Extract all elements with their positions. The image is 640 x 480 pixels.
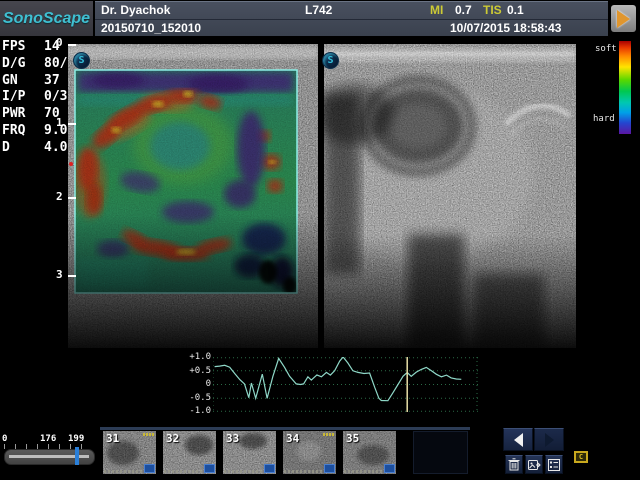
strain-graph-ylabels: +1.0 +0.5 0 -0.5 -1.0 <box>181 350 211 414</box>
thumb-type-icon <box>264 464 275 473</box>
delete-button[interactable] <box>505 455 523 474</box>
strain-grid <box>213 357 478 412</box>
arrow-left-icon <box>514 433 523 447</box>
info-row-top: Dr. Dyachok L742 MI 0.7 TIS 0.1 <box>95 2 608 20</box>
patient-name: Dr. Dyachok <box>101 3 170 17</box>
tis-value: 0.1 <box>507 3 524 17</box>
probe-model: L742 <box>305 3 332 17</box>
export-image-button[interactable] <box>525 455 543 474</box>
thumb-annotation <box>143 433 154 436</box>
elasticity-hard-label: hard <box>593 114 615 124</box>
elastography-image[interactable]: S <box>68 44 318 348</box>
thumb-type-icon <box>384 464 395 473</box>
thumb-annotation <box>323 433 334 436</box>
exam-id: 20150710_152010 <box>101 21 201 35</box>
thumb-caption <box>164 470 204 473</box>
ultrasound-screen: SonoScape Dr. Dyachok L742 MI 0.7 TIS 0.… <box>0 0 640 480</box>
gray-map-bar <box>4 449 95 465</box>
brand-name: SonoScape <box>3 10 90 28</box>
thumbnail-34[interactable]: 34 <box>283 431 336 474</box>
thumb-caption <box>284 470 324 473</box>
thumbnail-empty-slot <box>413 431 468 474</box>
thumb-caption <box>344 470 384 473</box>
export-image-icon <box>528 459 541 471</box>
sonoscape-s-logo: S <box>73 52 90 69</box>
thumbnail-33[interactable]: 33 <box>223 431 276 474</box>
brand-logo: SonoScape <box>0 1 93 36</box>
prev-page-button[interactable] <box>503 428 533 451</box>
clip-toolbar <box>505 455 563 474</box>
exam-info-bar: Dr. Dyachok L742 MI 0.7 TIS 0.1 20150710… <box>95 1 608 36</box>
next-page-button[interactable] <box>534 428 564 451</box>
tis-label: TIS <box>483 3 502 17</box>
focus-marker <box>69 162 73 166</box>
header-bar: SonoScape Dr. Dyachok L742 MI 0.7 TIS 0.… <box>0 0 640 38</box>
datetime: 10/07/2015 18:58:43 <box>450 21 561 35</box>
thumb-caption <box>104 470 144 473</box>
bmode-image[interactable]: S <box>324 44 576 348</box>
thumb-caption <box>224 470 264 473</box>
bmode-svg <box>324 44 576 348</box>
review-list-button[interactable] <box>545 455 563 474</box>
sonoscape-s-logo: S <box>322 52 339 69</box>
mi-label: MI <box>430 3 443 17</box>
thumbnail-35[interactable]: 35 <box>343 431 396 474</box>
strain-curve-svg <box>213 357 478 412</box>
gray-map-slider[interactable] <box>75 447 79 465</box>
thumbnail-nav <box>503 428 565 451</box>
mi-value: 0.7 <box>455 3 472 17</box>
thumb-type-icon <box>204 464 215 473</box>
grayscale-map-control: 0 176 199 <box>2 434 96 466</box>
strain-curve-line <box>215 357 462 401</box>
thumb-type-icon <box>144 464 155 473</box>
thumbnail-31[interactable]: 31 <box>103 431 156 474</box>
probe-orientation-button[interactable] <box>611 5 636 32</box>
probe-orientation-icon <box>617 10 630 28</box>
thumb-type-icon <box>324 464 335 473</box>
trash-icon <box>508 458 520 471</box>
thumbnail-32[interactable]: 32 <box>163 431 216 474</box>
list-icon <box>548 459 560 471</box>
elasticity-soft-label: soft <box>595 44 617 54</box>
arrow-right-icon <box>545 433 554 447</box>
info-row-bottom: 20150710_152010 10/07/2015 18:58:43 <box>95 20 608 36</box>
elastography-svg <box>68 44 318 348</box>
elasticity-color-scale <box>619 41 631 134</box>
thumbnail-strip-scrollbar[interactable] <box>100 427 470 430</box>
strain-graph <box>213 357 478 412</box>
storage-indicator: C <box>574 451 588 463</box>
